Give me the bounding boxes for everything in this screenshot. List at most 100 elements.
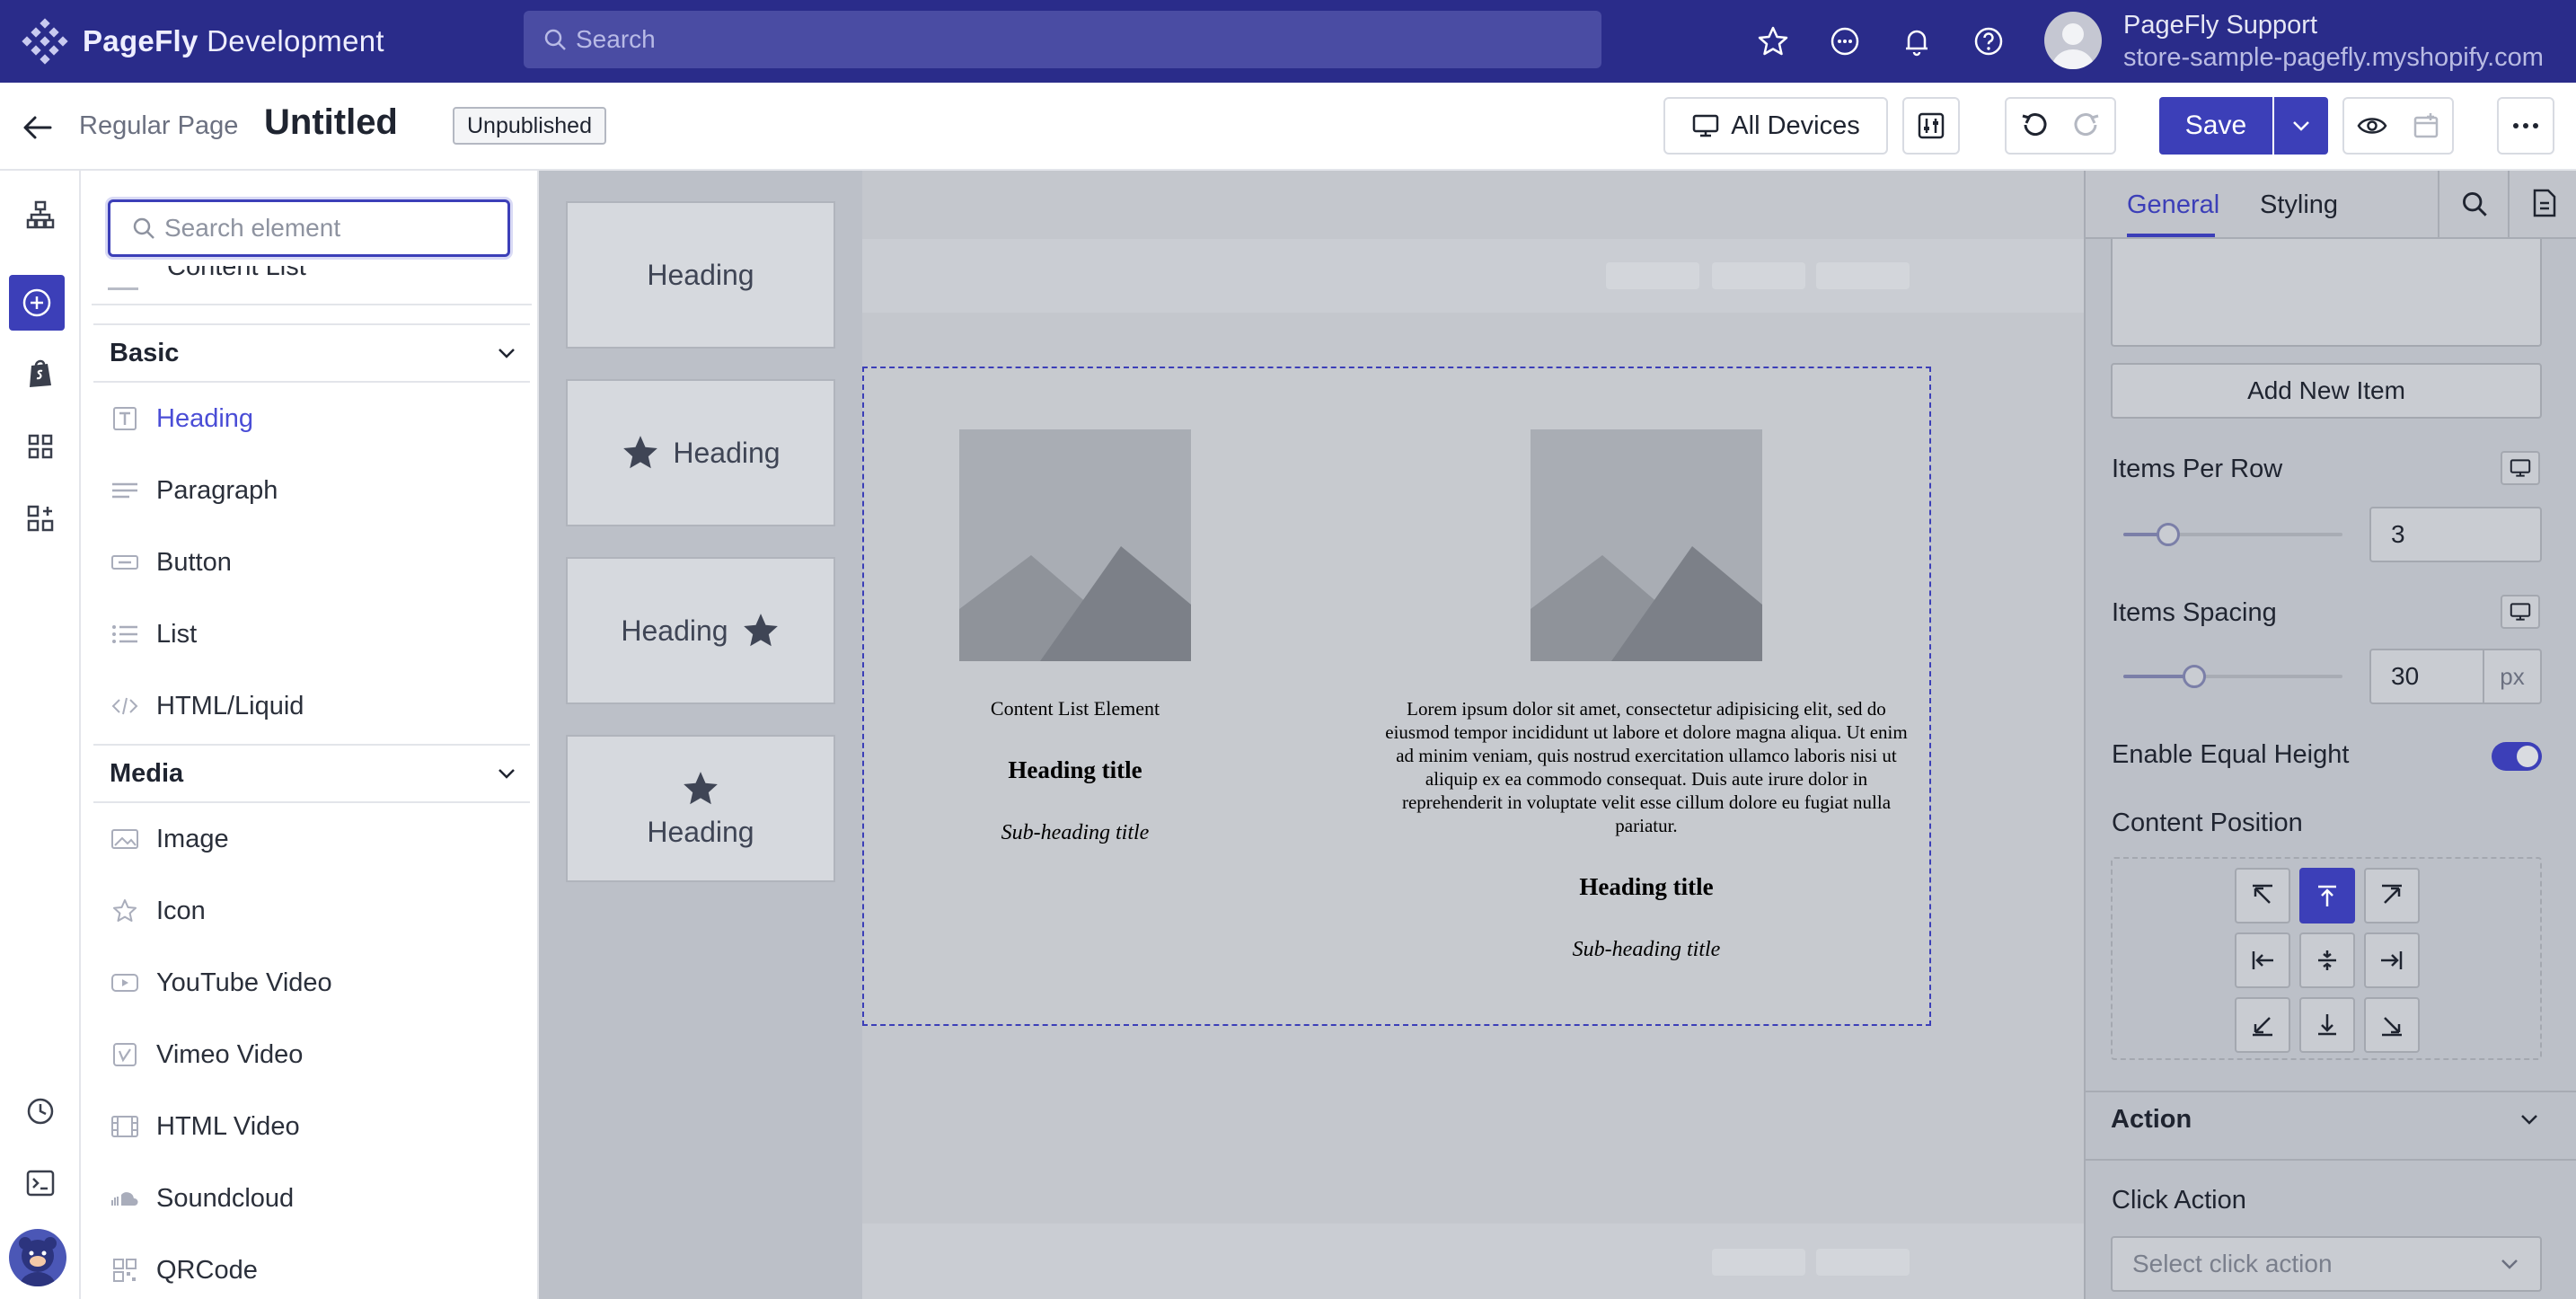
image-placeholder[interactable] <box>959 429 1191 661</box>
element-paragraph[interactable]: Paragraph <box>93 455 530 526</box>
mascot-avatar[interactable] <box>9 1229 66 1286</box>
global-search-input[interactable]: Search <box>524 11 1601 68</box>
help-icon[interactable] <box>1971 23 2007 59</box>
element-html-video[interactable]: HTML Video <box>93 1091 530 1162</box>
page-title[interactable]: Untitled <box>264 102 398 143</box>
content-item-text[interactable]: Content List Element <box>898 697 1252 720</box>
element-search-input[interactable]: Search element <box>108 199 510 257</box>
desktop-icon <box>2509 602 2532 622</box>
user-name: PageFly Support <box>2123 11 2318 40</box>
position-bottom-right[interactable] <box>2364 997 2420 1053</box>
page-type: Regular Page <box>79 111 239 140</box>
heading-variant-plain[interactable]: Heading <box>566 201 835 349</box>
position-top-center[interactable] <box>2299 868 2355 923</box>
page-settings-icon[interactable] <box>2531 189 2558 217</box>
templates-grid-icon[interactable] <box>20 426 61 467</box>
items-spacing-slider-thumb[interactable] <box>2183 665 2207 688</box>
star-icon <box>621 433 660 473</box>
chevron-down-icon <box>2290 119 2312 133</box>
items-spacing-slider-fill <box>2123 675 2190 678</box>
element-youtube-video[interactable]: YouTube Video <box>93 947 530 1019</box>
more-options-button[interactable] <box>2497 97 2554 155</box>
back-arrow-icon[interactable] <box>20 111 56 144</box>
star-icon[interactable] <box>1755 23 1791 59</box>
chat-icon[interactable] <box>1827 23 1863 59</box>
content-item-text[interactable]: Lorem ipsum dolor sit amet, consectetur … <box>1381 697 1911 837</box>
section-media[interactable]: Media <box>93 744 530 803</box>
heading-icon <box>110 403 140 434</box>
apps-icon[interactable] <box>20 498 61 539</box>
equal-height-toggle[interactable] <box>2492 742 2542 771</box>
search-icon[interactable] <box>2461 190 2488 217</box>
items-per-row-slider-thumb[interactable] <box>2156 523 2180 546</box>
position-bottom-center[interactable] <box>2299 997 2355 1053</box>
position-middle-left[interactable] <box>2235 932 2290 988</box>
tab-general[interactable]: General <box>2127 190 2219 220</box>
redo-icon[interactable] <box>2073 111 2102 140</box>
items-spacing-unit[interactable]: px <box>2483 650 2540 703</box>
content-item-subheading[interactable]: Sub-heading title <box>898 821 1252 845</box>
heading-variant-star-left[interactable]: Heading <box>566 379 835 526</box>
content-item-heading[interactable]: Heading title <box>1381 873 1911 901</box>
items-spacing-slider[interactable] <box>2123 665 2342 688</box>
image-placeholder[interactable] <box>1531 429 1762 661</box>
undo-redo-group <box>2005 97 2116 155</box>
responsive-device-button[interactable] <box>2501 595 2540 629</box>
tab-styling[interactable]: Styling <box>2260 190 2338 220</box>
devices-label: All Devices <box>1731 110 1860 140</box>
brand-suffix: Development <box>207 24 384 57</box>
element-button[interactable]: Button <box>93 526 530 598</box>
chevron-down-icon <box>496 346 517 360</box>
settings-sliders-button[interactable] <box>1902 97 1960 155</box>
element-heading[interactable]: Heading <box>93 383 530 455</box>
arrow-up-icon <box>2315 883 2340 908</box>
section-action[interactable]: Action <box>2111 1105 2192 1135</box>
code-terminal-icon[interactable] <box>20 1162 61 1204</box>
brand-logo[interactable]: PageFly Development <box>22 16 384 66</box>
element-image[interactable]: Image <box>93 803 530 875</box>
heading-variant-star-top[interactable]: Heading <box>566 735 835 882</box>
chevron-down-icon[interactable] <box>2519 1112 2540 1127</box>
arrow-left-icon <box>2250 948 2275 973</box>
save-options-button[interactable] <box>2274 97 2328 155</box>
publish-icon[interactable] <box>2413 112 2439 139</box>
element-list[interactable]: List <box>93 598 530 670</box>
add-element-button[interactable] <box>9 275 65 331</box>
save-button[interactable]: Save <box>2159 97 2272 155</box>
heading-variant-star-right[interactable]: Heading <box>566 557 835 704</box>
position-top-left[interactable] <box>2235 868 2290 923</box>
devices-button[interactable]: All Devices <box>1663 97 1888 155</box>
sliders-icon <box>1917 111 1945 140</box>
content-item-subheading[interactable]: Sub-heading title <box>1381 938 1911 962</box>
items-per-row-slider[interactable] <box>2123 523 2342 546</box>
position-top-right[interactable] <box>2364 868 2420 923</box>
position-bottom-left[interactable] <box>2235 997 2290 1053</box>
bell-icon[interactable] <box>1899 23 1935 59</box>
element-icon[interactable]: Icon <box>93 875 530 947</box>
align-center-icon <box>2315 948 2340 973</box>
eye-icon[interactable] <box>2357 114 2387 137</box>
undo-icon[interactable] <box>2019 111 2048 140</box>
user-info[interactable]: PageFly Support store-sample-pagefly.mys… <box>2123 9 2544 74</box>
history-clock-icon[interactable] <box>20 1091 61 1132</box>
items-per-row-input[interactable]: 3 <box>2369 507 2542 562</box>
shopify-icon[interactable] <box>20 352 61 393</box>
layers-icon[interactable] <box>20 194 61 235</box>
arrow-up-right-icon <box>2379 883 2404 908</box>
position-middle-right[interactable] <box>2364 932 2420 988</box>
position-middle-center[interactable] <box>2299 932 2355 988</box>
content-item-heading[interactable]: Heading title <box>898 756 1252 784</box>
section-basic[interactable]: Basic <box>93 323 530 383</box>
search-placeholder: Search element <box>164 214 341 242</box>
avatar[interactable] <box>2044 12 2102 69</box>
element-qrcode[interactable]: QRCode <box>93 1234 530 1288</box>
content-list-item[interactable]: Content List <box>108 266 306 296</box>
responsive-device-button[interactable] <box>2501 451 2540 485</box>
element-soundcloud[interactable]: Soundcloud <box>93 1162 530 1234</box>
element-vimeo-video[interactable]: Vimeo Video <box>93 1019 530 1091</box>
add-new-item-button[interactable]: Add New Item <box>2111 363 2542 419</box>
click-action-select[interactable]: Select click action <box>2111 1236 2542 1292</box>
status-badge: Unpublished <box>453 107 606 145</box>
element-html-liquid[interactable]: HTML/Liquid <box>93 670 530 742</box>
items-list-box[interactable] <box>2111 239 2542 347</box>
